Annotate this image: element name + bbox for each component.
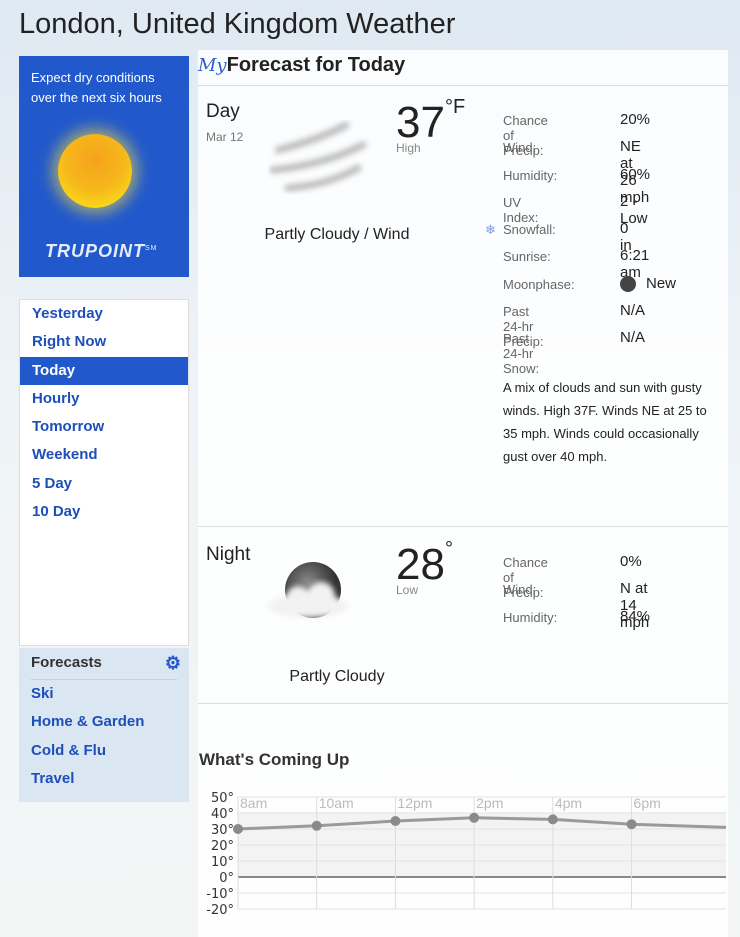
x-tick-label: 10am <box>319 795 354 811</box>
temp-point <box>233 824 243 834</box>
detail-value: 60% <box>620 165 651 183</box>
temp-point <box>390 816 401 826</box>
detail-label: Snowfall: <box>503 222 556 238</box>
detail-label: UV Index: <box>503 194 539 225</box>
y-tick-label: 40° <box>211 807 234 822</box>
detail-label: Humidity: <box>503 167 558 183</box>
y-tick-label: 20° <box>211 839 234 854</box>
detail-value: New <box>620 275 676 292</box>
detail-value: 20% <box>620 111 651 128</box>
x-tick-label: 2pm <box>476 795 503 811</box>
x-tick-label: 8am <box>240 795 267 811</box>
nav-item-right-now[interactable]: Right Now <box>20 328 188 356</box>
temp-point <box>547 814 558 825</box>
forecasts-heading: Forecasts <box>31 654 102 671</box>
detail-value: 84% <box>620 607 651 625</box>
forecasts-panel: Forecasts ⚙ Ski Home & Garden Cold & Flu Tra… <box>19 648 189 802</box>
temp-point <box>311 820 322 831</box>
y-tick-label: 30° <box>211 823 234 838</box>
detail-label: Sunrise: <box>503 249 551 265</box>
y-tick-label: 0° <box>219 871 234 886</box>
my-logo: My <box>198 55 227 76</box>
trupoint-promo[interactable]: Expect dry conditions over the next six h… <box>19 56 189 277</box>
day-label: Day <box>206 101 240 122</box>
day-description: A mix of clouds and sun with gusty winds… <box>503 380 707 464</box>
trupoint-logo: TRUPOINTSM <box>45 241 158 261</box>
nav-item-tomorrow[interactable]: Tomorrow <box>20 413 188 441</box>
snowflake-icon: ❄ <box>485 222 496 238</box>
moon-new-icon <box>620 275 636 292</box>
nav-item-10-day[interactable]: 10 Day <box>20 498 188 526</box>
gear-icon[interactable]: ⚙ <box>165 648 181 678</box>
moon-cloud-icon <box>268 562 348 618</box>
forecast-link-cold-flu[interactable]: Cold & Flu <box>19 737 189 765</box>
temp-point <box>469 812 480 823</box>
nav-item-yesterday[interactable]: Yesterday <box>20 300 188 328</box>
main-content: MyForecast for Today Day Mar 12 37°F Hig… <box>198 50 728 937</box>
detail-label: Wind: <box>503 582 537 598</box>
hourly-temp-chart: 50°40°30°20°10°0°-10°-20° 8am 10am 12pm 2pm 4… <box>206 791 727 918</box>
temp-point <box>626 819 637 830</box>
promo-text-2: over the next six hours <box>31 90 162 105</box>
y-tick-label: -20° <box>206 903 234 918</box>
day-condition: Partly Cloudy / Wind <box>264 226 410 243</box>
sun-icon <box>58 134 132 208</box>
x-tick-label: 4pm <box>555 795 582 811</box>
detail-label: Humidity: <box>503 609 558 625</box>
section-title: MyForecast for Today <box>198 54 406 76</box>
night-label: Night <box>206 544 251 565</box>
nav-item-5-day[interactable]: 5 Day <box>20 470 188 498</box>
detail-value: 0% <box>620 553 642 570</box>
coming-up-heading: What's Coming Up <box>199 750 350 769</box>
night-condition: Partly Cloudy <box>289 668 385 685</box>
wind-icon <box>269 121 367 192</box>
nav-item-hourly[interactable]: Hourly <box>20 385 188 413</box>
day-temp-label: High <box>396 141 421 155</box>
forecast-link-travel[interactable]: Travel <box>19 765 189 793</box>
forecast-nav: Yesterday Right Now Today Hourly Tomorrow Wee… <box>19 299 189 646</box>
detail-label: Past 24-hr Snow: <box>503 331 540 377</box>
night-temp-label: Low <box>396 583 419 597</box>
promo-text-1: Expect dry conditions <box>31 70 155 85</box>
day-date: Mar 12 <box>206 130 244 144</box>
detail-value: N/A <box>620 329 646 347</box>
y-tick-label: -10° <box>206 887 234 902</box>
x-tick-label: 12pm <box>397 795 432 811</box>
nav-item-weekend[interactable]: Weekend <box>20 441 188 469</box>
nav-item-today[interactable]: Today <box>20 356 188 385</box>
detail-label: Moonphase: <box>503 276 575 292</box>
y-tick-label: 10° <box>211 855 234 870</box>
forecast-link-home-garden[interactable]: Home & Garden <box>19 708 189 736</box>
forecast-link-ski[interactable]: Ski <box>19 680 189 708</box>
x-tick-label: 6pm <box>634 795 661 811</box>
detail-label: Wind: <box>503 140 537 156</box>
y-tick-label: 50° <box>211 791 234 806</box>
detail-value: N/A <box>620 302 646 320</box>
page-title: London, United Kingdom Weather <box>19 8 456 40</box>
